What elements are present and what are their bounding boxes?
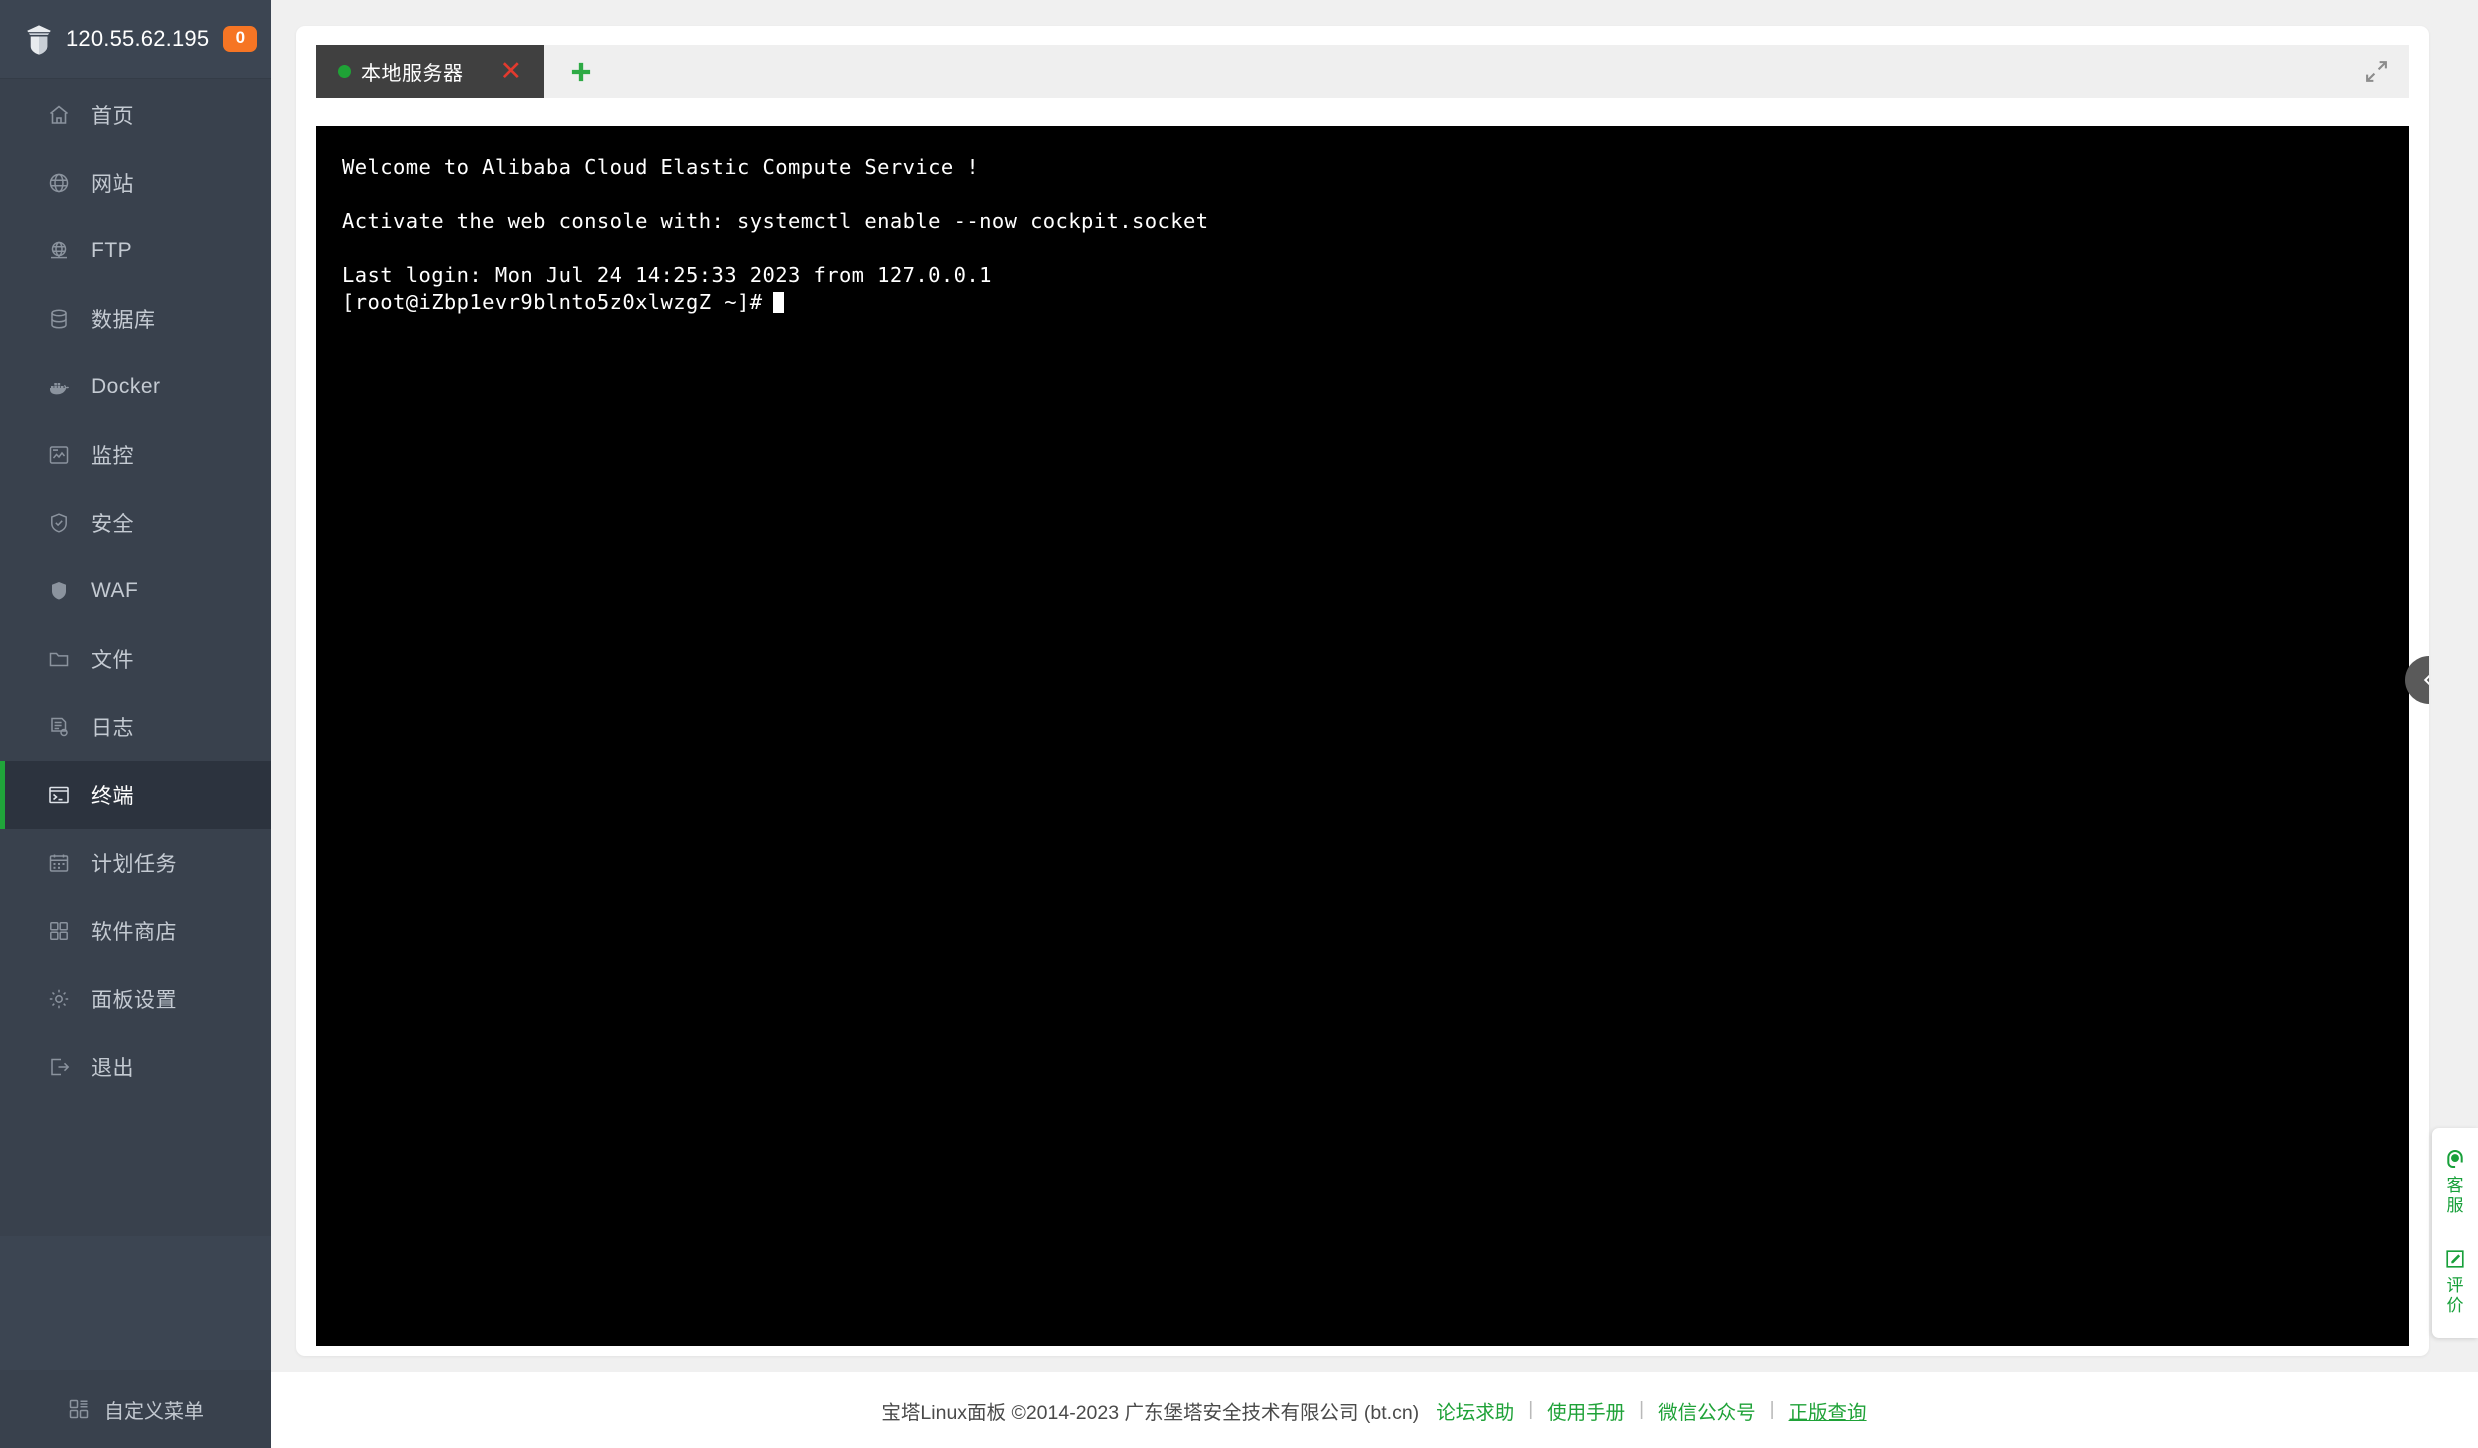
terminal-cursor (772, 292, 784, 313)
terminal-console[interactable]: Welcome to Alibaba Cloud Elastic Compute… (316, 126, 2409, 1346)
footer-separator: | (1639, 1399, 1645, 1420)
panel-ip-address: 120.55.62.195 (66, 26, 210, 51)
home-icon (46, 102, 72, 128)
sidebar-item-logs[interactable]: 日志 (0, 693, 271, 761)
folder-icon (46, 646, 72, 672)
footer-link-forum[interactable]: 论坛求助 (1436, 1396, 1514, 1425)
monitor-icon (46, 442, 72, 468)
logout-icon (46, 1054, 72, 1080)
side-widget: 客服 评价 (2432, 1128, 2478, 1338)
shield-icon (46, 578, 72, 604)
expand-icon (2365, 61, 2387, 82)
terminal-tabbar: 本地服务器 ✕ (316, 45, 2409, 98)
docker-icon (46, 374, 72, 400)
sidebar-item-label: 监控 (91, 445, 134, 468)
close-icon[interactable]: ✕ (500, 58, 523, 85)
page-root: 120.55.62.195 0 首页 网站 FTP 数据库 Docker 监控 … (0, 0, 2478, 1448)
terminal-tab[interactable]: 本地服务器 ✕ (316, 45, 545, 98)
terminal-prompt: [root@iZbp1evr9blnto5z0xlwzgZ ~]# (342, 290, 763, 314)
sidebar-item-label: 首页 (91, 105, 134, 128)
terminal-tab-label: 本地服务器 (361, 63, 464, 85)
connection-status-dot (338, 65, 351, 78)
copyright-text: 宝塔Linux面板 ©2014-2023 广东堡塔安全技术有限公司 (bt.cn… (881, 1401, 1420, 1424)
tabbar-spacer (618, 45, 2343, 98)
sidebar-item-terminal[interactable]: 终端 (0, 761, 271, 829)
sidebar-item-docker[interactable]: Docker (0, 353, 271, 421)
fullscreen-button[interactable] (2343, 45, 2409, 98)
sidebar-item-label: 安全 (91, 513, 134, 536)
footer-separator: | (1769, 1399, 1775, 1420)
sidebar-item-cron[interactable]: 计划任务 (0, 829, 271, 897)
gear-icon (46, 986, 72, 1012)
edit-square-icon (2446, 1250, 2464, 1268)
sidebar-item-label: 计划任务 (91, 853, 177, 876)
customer-service-button[interactable]: 客服 (2432, 1142, 2478, 1222)
database-icon (46, 306, 72, 332)
sidebar-item-label: Docker (91, 375, 161, 398)
side-widget-label: 客服 (2446, 1176, 2464, 1215)
sidebar-item-security[interactable]: 安全 (0, 489, 271, 557)
sidebar-item-website[interactable]: 网站 (0, 149, 271, 217)
sidebar-item-label: 退出 (91, 1057, 134, 1080)
sidebar-custom-menu[interactable]: 自定义菜单 (0, 1370, 271, 1448)
sidebar-item-logout[interactable]: 退出 (0, 1033, 271, 1101)
shield-check-icon (46, 510, 72, 536)
sidebar-item-database[interactable]: 数据库 (0, 285, 271, 353)
sidebar-item-waf[interactable]: WAF (0, 557, 271, 625)
log-icon (46, 714, 72, 740)
sidebar-item-settings[interactable]: 面板设置 (0, 965, 271, 1033)
plus-icon (572, 62, 591, 81)
sidebar-item-ftp[interactable]: FTP (0, 217, 271, 285)
headset-icon (2447, 1150, 2463, 1168)
ftp-icon (46, 238, 72, 264)
custom-menu-icon (69, 1399, 89, 1419)
sidebar-item-label: 文件 (91, 649, 134, 672)
sidebar-item-label: 数据库 (91, 309, 156, 332)
calendar-icon (46, 850, 72, 876)
sidebar-item-monitor[interactable]: 监控 (0, 421, 271, 489)
sidebar-item-home[interactable]: 首页 (0, 81, 271, 149)
sidebar-header: 120.55.62.195 0 (0, 0, 271, 79)
terminal-line: Welcome to Alibaba Cloud Elastic Compute… (342, 155, 980, 179)
sidebar-menu: 首页 网站 FTP 数据库 Docker 监控 安全 WAF 文件 日志 终端 … (0, 79, 271, 1236)
globe-icon (46, 170, 72, 196)
sidebar-item-label: 软件商店 (91, 921, 177, 944)
sidebar-item-app-store[interactable]: 软件商店 (0, 897, 271, 965)
sidebar: 120.55.62.195 0 首页 网站 FTP 数据库 Docker 监控 … (0, 0, 271, 1448)
sidebar-item-label: 面板设置 (91, 989, 177, 1012)
side-widget-label: 评价 (2446, 1276, 2464, 1315)
apps-icon (46, 918, 72, 944)
footer-link-license[interactable]: 正版查询 (1789, 1396, 1867, 1425)
footer-link-manual[interactable]: 使用手册 (1547, 1396, 1625, 1425)
sidebar-item-label: 日志 (91, 717, 134, 740)
terminal-icon (46, 782, 72, 808)
sidebar-item-label: 终端 (91, 785, 134, 808)
sidebar-item-label: 网站 (91, 173, 134, 196)
terminal-prompt-line: [root@iZbp1evr9blnto5z0xlwzgZ ~]# (342, 289, 2409, 316)
footer-separator: | (1528, 1399, 1534, 1420)
main-content: 本地服务器 ✕ Welcome to Alibaba Cloud Elastic… (271, 0, 2478, 1448)
terminal-line: Activate the web console with: systemctl… (342, 209, 1209, 233)
custom-menu-label: 自定义菜单 (104, 1400, 204, 1423)
feedback-button[interactable]: 评价 (2432, 1242, 2478, 1322)
chevron-left-icon (2423, 674, 2429, 686)
sidebar-item-files[interactable]: 文件 (0, 625, 271, 693)
sidebar-item-label: FTP (91, 239, 133, 262)
add-terminal-tab-button[interactable] (544, 45, 618, 98)
terminal-card: 本地服务器 ✕ Welcome to Alibaba Cloud Elastic… (296, 26, 2429, 1356)
notification-badge[interactable]: 0 (223, 26, 258, 52)
pagoda-logo-icon (27, 25, 51, 55)
sidebar-spacer (0, 1235, 271, 1370)
page-footer: 宝塔Linux面板 ©2014-2023 广东堡塔安全技术有限公司 (bt.cn… (271, 1372, 2478, 1448)
footer-link-wechat[interactable]: 微信公众号 (1658, 1396, 1756, 1425)
terminal-line: Last login: Mon Jul 24 14:25:33 2023 fro… (342, 263, 992, 287)
sidebar-item-label: WAF (91, 579, 139, 602)
